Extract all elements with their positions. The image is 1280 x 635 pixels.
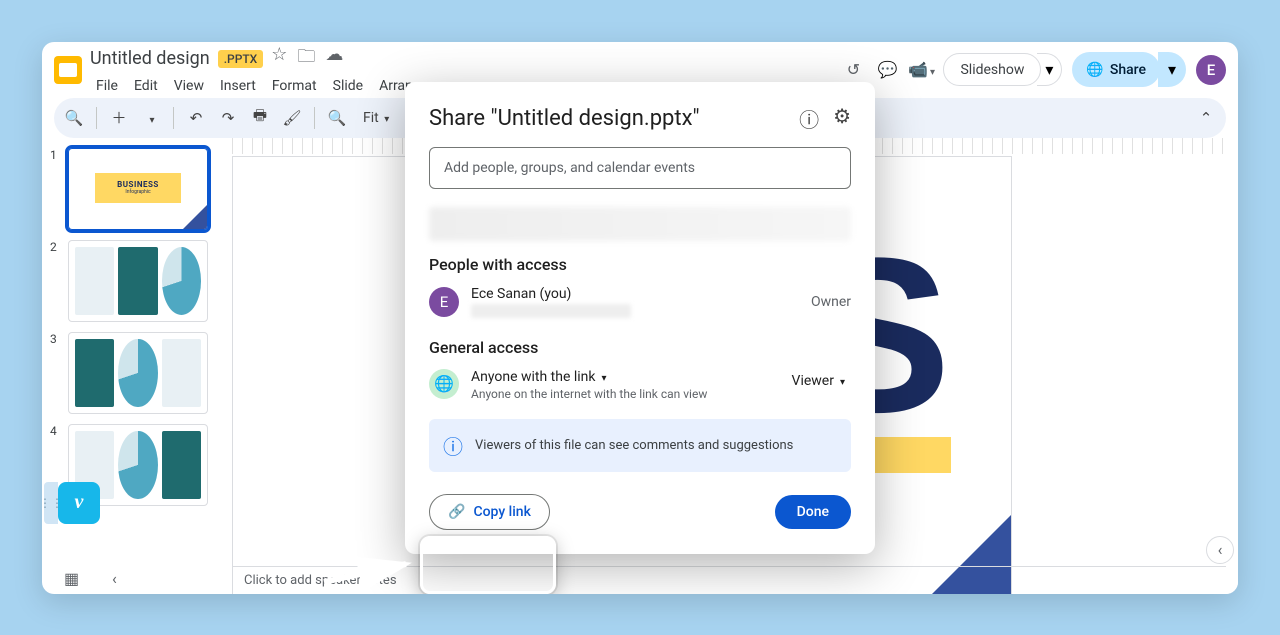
account-avatar[interactable]: E — [1196, 55, 1226, 85]
menu-insert[interactable]: Insert — [214, 76, 262, 96]
globe-icon: 🌐 — [429, 369, 459, 399]
slideshow-button[interactable]: Slideshow — [943, 53, 1041, 86]
move-icon[interactable]: 🗀 — [297, 44, 315, 74]
chevron-down-icon — [600, 369, 607, 385]
history-icon[interactable]: ↺ — [841, 58, 865, 82]
copy-link-button[interactable]: 🔗 Copy link — [429, 494, 550, 530]
person-role: Owner — [811, 294, 851, 310]
pptx-badge: .PPTX — [218, 50, 264, 68]
slide-thumb-3[interactable] — [68, 332, 208, 414]
done-button[interactable]: Done — [775, 495, 851, 529]
slides-app: Untitled design .PPTX ☆ 🗀 ☁ File Edit Vi… — [42, 42, 1238, 594]
thumb-number: 2 — [50, 240, 60, 254]
link-scope-dropdown[interactable]: Anyone with the link — [471, 369, 774, 385]
slideshow-dropdown[interactable]: ▾ — [1037, 53, 1062, 86]
speaker-notes-placeholder: Click to add speaker notes — [244, 573, 397, 588]
person-avatar: E — [429, 287, 459, 317]
paint-format-icon[interactable]: 🖌 — [282, 109, 302, 127]
menu-edit[interactable]: Edit — [128, 76, 164, 96]
menu-view[interactable]: View — [168, 76, 210, 96]
link-icon: 🔗 — [448, 504, 465, 520]
share-dialog-title: Share "Untitled design.pptx" — [429, 106, 700, 131]
help-icon[interactable]: ⓘ — [799, 104, 819, 133]
info-banner-text: Viewers of this file can see comments an… — [475, 438, 793, 453]
redo-icon[interactable]: ↷ — [218, 109, 238, 127]
person-name: Ece Sanan (you) — [471, 286, 799, 302]
cloud-status-icon: ☁ — [325, 44, 343, 74]
share-dialog: Share "Untitled design.pptx" ⓘ ⚙ Add peo… — [405, 82, 875, 554]
info-icon: ⓘ — [443, 431, 463, 460]
drag-handle-icon[interactable]: ⋮⋮ — [44, 482, 58, 524]
slide-thumb-2[interactable] — [68, 240, 208, 322]
undo-icon[interactable]: ↶ — [186, 109, 206, 127]
search-icon[interactable]: 🔍 — [64, 109, 84, 127]
slides-logo-icon — [54, 56, 82, 84]
menu-format[interactable]: Format — [266, 76, 323, 96]
share-dropdown[interactable]: ▾ — [1158, 52, 1186, 87]
person-email-redacted — [471, 304, 631, 318]
settings-gear-icon[interactable]: ⚙ — [833, 104, 851, 133]
vimeo-record-widget[interactable]: ⋮⋮ v — [44, 482, 100, 524]
thumb-title: BUSINESS — [117, 180, 159, 189]
comments-icon[interactable]: 💬 — [875, 58, 899, 82]
link-scope-description: Anyone on the internet with the link can… — [471, 387, 774, 401]
new-slide-icon[interactable]: ＋ — [109, 107, 129, 128]
person-row: E Ece Sanan (you) Owner — [429, 286, 851, 318]
role-dropdown[interactable]: Viewer — [786, 369, 851, 393]
general-access-heading: General access — [429, 338, 851, 357]
collapse-filmstrip-icon[interactable]: ‹ — [112, 569, 117, 588]
slide-thumbnails: 1 BUSINESS Infographic 2 3 — [42, 138, 232, 594]
menu-slide[interactable]: Slide — [327, 76, 369, 96]
add-people-input[interactable]: Add people, groups, and calendar events — [429, 147, 851, 189]
print-icon[interactable]: 🖶 — [250, 105, 270, 130]
zoom-icon[interactable]: 🔍 — [327, 109, 347, 127]
vimeo-icon[interactable]: v — [58, 482, 100, 524]
slide-thumb-1[interactable]: BUSINESS Infographic — [68, 148, 208, 230]
thumb-number: 3 — [50, 332, 60, 346]
redacted-row — [429, 207, 851, 241]
thumb-number: 4 — [50, 424, 60, 438]
globe-icon: 🌐 — [1086, 62, 1103, 78]
share-button[interactable]: 🌐 Share — [1072, 52, 1160, 87]
chevron-down-icon — [838, 373, 845, 389]
collapse-toolbar-icon[interactable]: ⌃ — [1196, 109, 1216, 127]
thumb-subtitle: Infographic — [125, 189, 150, 195]
speaker-notes[interactable]: Click to add speaker notes — [232, 566, 1226, 594]
new-slide-dropdown[interactable] — [141, 109, 161, 127]
people-with-access-heading: People with access — [429, 255, 851, 274]
grid-view-icon[interactable]: ▦ — [64, 569, 79, 588]
zoom-select[interactable]: Fit — [359, 110, 393, 126]
thumb-number: 1 — [50, 148, 60, 162]
menu-file[interactable]: File — [90, 76, 124, 96]
explore-icon[interactable]: ‹ — [1206, 536, 1234, 564]
info-banner: ⓘ Viewers of this file can see comments … — [429, 419, 851, 472]
star-icon[interactable]: ☆ — [271, 44, 287, 74]
meet-icon[interactable]: 📹 — [909, 58, 933, 82]
document-title[interactable]: Untitled design — [90, 48, 210, 69]
